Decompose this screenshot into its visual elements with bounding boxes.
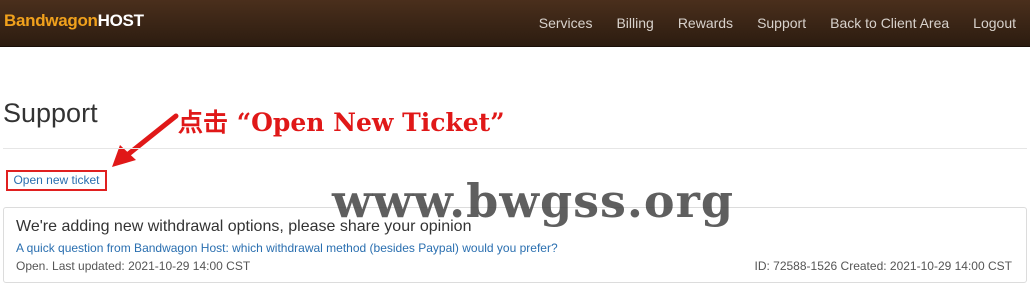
watermark: www.bwgss.org: [332, 174, 735, 228]
brand-logo[interactable]: BandwagonHOST: [4, 11, 144, 31]
ticket-question-link[interactable]: A quick question from Bandwagon Host: wh…: [16, 241, 558, 255]
annotation-label: 点击 “Open New Ticket”: [178, 108, 505, 137]
nav-billing[interactable]: Billing: [616, 15, 653, 31]
nav-logout[interactable]: Logout: [973, 15, 1016, 31]
ticket-status: Open. Last updated: 2021-10-29 14:00 CST: [16, 259, 251, 273]
header-divider: [3, 148, 1027, 149]
open-new-ticket-button[interactable]: Open new ticket: [6, 170, 107, 191]
brand-logo-part1: Bandwagon: [4, 11, 98, 30]
nav-menu: Services Billing Rewards Support Back to…: [515, 0, 1016, 46]
top-navbar: BandwagonHOST Services Billing Rewards S…: [0, 0, 1030, 47]
page-title: Support: [3, 98, 98, 128]
nav-rewards[interactable]: Rewards: [678, 15, 733, 31]
nav-back-to-client-area[interactable]: Back to Client Area: [830, 15, 949, 31]
annotation-arrow-icon: [112, 113, 179, 167]
nav-services[interactable]: Services: [539, 15, 593, 31]
nav-support[interactable]: Support: [757, 15, 806, 31]
brand-logo-part2: HOST: [97, 11, 144, 30]
ticket-meta: ID: 72588-1526 Created: 2021-10-29 14:00…: [754, 259, 1012, 273]
